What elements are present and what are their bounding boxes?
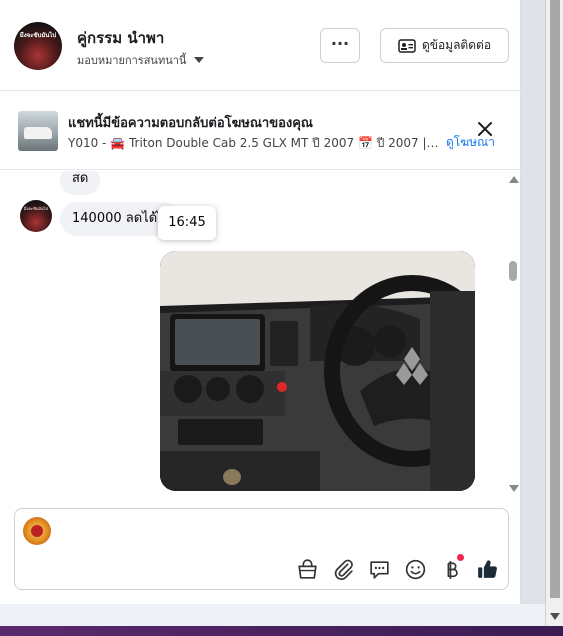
paperclip-icon[interactable] [331, 557, 356, 582]
view-contact-info-button[interactable]: ดูข้อมูลติดต่อ [380, 28, 509, 63]
sender-avatar: มีงจะขับมันไป [20, 200, 52, 232]
message-time-tooltip: 16:45 [158, 206, 216, 240]
bag-icon[interactable] [295, 557, 320, 582]
chat-scrollbar-thumb[interactable] [509, 261, 517, 281]
ad-banner-title: แชทนี้มีข้อความตอบกลับต่อโฆษณาของคุณ [68, 116, 313, 131]
view-contact-info-label: ดูข้อมูลติดต่อ [421, 38, 492, 52]
ad-thumbnail[interactable] [18, 111, 58, 151]
assign-label: มอบหมายการสนทนานี้ [77, 54, 187, 67]
emoji-icon[interactable] [403, 557, 428, 582]
chat-scroll-up-arrow[interactable] [509, 176, 519, 183]
ad-reply-banner: แชทนี้มีข้อความตอบกลับต่อโฆษณาของคุณ Y01… [0, 92, 521, 170]
conversation-header: มีงจะขับมันไป คู่กรรม นำพา มอบหมายการสนท… [0, 0, 521, 91]
contact-avatar[interactable]: มีงจะขับมันไป [14, 22, 62, 70]
view-ad-link[interactable]: ดูโฆษณา [446, 133, 495, 152]
conversation-panel: มีงจะขับมันไป คู่กรรม นำพา มอบหมายการสนท… [0, 0, 521, 604]
thumbs-up-icon[interactable] [475, 557, 500, 582]
avatar-text: มีงจะขับมันไป [19, 32, 57, 39]
window-scrollbar[interactable] [545, 0, 563, 626]
ad-banner-subtitle: Y010 - 🚘 Triton Double Cab 2.5 GLX MT ปี… [68, 136, 440, 150]
contact-card-icon [398, 38, 416, 53]
chat-scroll-down-arrow[interactable] [509, 485, 519, 492]
notification-dot [457, 554, 464, 561]
window-scrollbar-thumb[interactable] [550, 0, 560, 598]
contact-name[interactable]: คู่กรรม นำพา [77, 26, 164, 50]
chevron-down-icon [194, 57, 205, 63]
window-scroll-down-arrow[interactable] [550, 613, 560, 620]
page-avatar [23, 517, 51, 545]
message-thread[interactable]: สด มีงจะขับมันไป 140000 ลดได้ไ 16:45 [0, 171, 521, 496]
composer-toolbar [295, 554, 500, 582]
panel-footer-strip [0, 604, 545, 626]
more-options-button[interactable]: ··· [320, 28, 360, 63]
chat-bubble-icon[interactable] [367, 557, 392, 582]
message-bubble[interactable]: สด [60, 171, 101, 195]
assign-conversation-dropdown[interactable]: มอบหมายการสนทนานี้ [77, 51, 205, 69]
message-composer[interactable] [14, 508, 509, 590]
taskbar-strip [0, 626, 563, 636]
baht-icon[interactable] [439, 554, 464, 582]
message-photo[interactable] [160, 251, 475, 491]
